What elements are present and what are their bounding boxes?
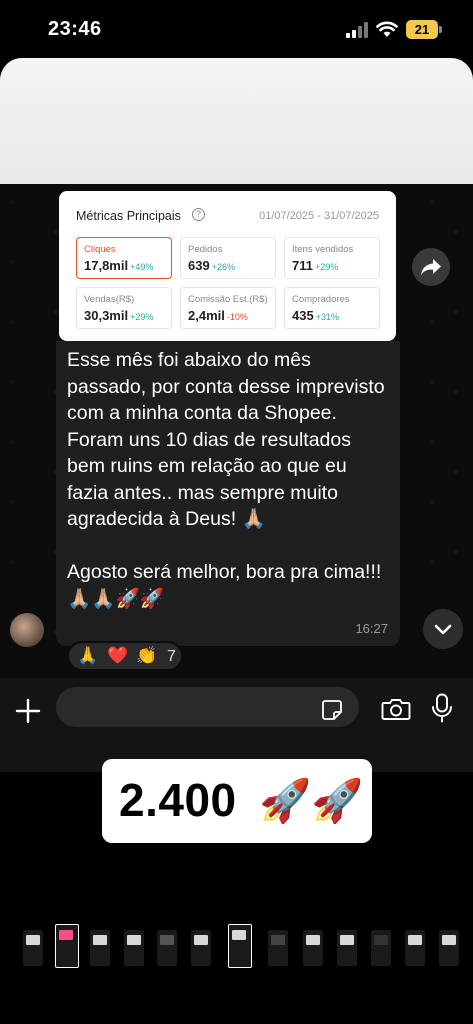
metric-items-sold: Itens vendidos 711 +29% xyxy=(284,237,380,279)
metric-label: Itens vendidos xyxy=(292,244,354,255)
avatar[interactable] xyxy=(10,613,44,647)
story-thumbnail[interactable] xyxy=(157,930,177,966)
metric-label: Cliques xyxy=(84,244,116,255)
card-header-area xyxy=(0,58,473,184)
battery-indicator: 21 xyxy=(406,20,438,39)
metric-change: +26% xyxy=(211,262,235,272)
story-thumbnail[interactable] xyxy=(124,930,144,966)
story-card: Métricas Principais ? 01/07/2025 - 31/07… xyxy=(0,58,473,772)
microphone-icon[interactable] xyxy=(431,693,453,723)
metric-value: 711 +29% xyxy=(292,258,339,273)
metric-orders: Pedidos 639 +26% xyxy=(180,237,276,279)
count-sticker[interactable]: 2.400 🚀🚀 xyxy=(102,759,372,843)
wifi-icon xyxy=(376,21,398,37)
metric-value: 639 +26% xyxy=(188,258,235,273)
story-thumbnail[interactable] xyxy=(371,930,391,966)
forward-button[interactable] xyxy=(412,248,450,286)
plus-icon[interactable] xyxy=(15,698,41,724)
status-bar: 23:46 21 xyxy=(0,0,473,58)
reaction-emoji: 👏 xyxy=(136,646,158,665)
story-thumbnail[interactable] xyxy=(337,930,357,966)
metric-change: -10% xyxy=(226,312,248,322)
story-thumbnail[interactable] xyxy=(405,930,425,966)
metric-label: Compradores xyxy=(292,294,350,305)
story-thumbnail-selected[interactable] xyxy=(55,924,79,968)
story-thumbnail-strip xyxy=(0,900,473,1024)
forward-arrow-icon xyxy=(421,259,441,275)
message-input[interactable] xyxy=(56,687,359,727)
metric-label: Pedidos xyxy=(188,244,223,255)
battery-tip xyxy=(439,26,442,33)
metric-change: +49% xyxy=(130,262,154,272)
camera-icon[interactable] xyxy=(381,697,411,721)
status-time: 23:46 xyxy=(48,18,102,40)
reaction-emoji: 🙏 xyxy=(77,646,99,665)
message-time: 16:27 xyxy=(355,621,388,636)
metric-change: +29% xyxy=(130,312,154,322)
metric-clicks: Cliques 17,8mil +49% xyxy=(76,237,172,279)
chevron-down-icon xyxy=(434,624,452,635)
metric-value: 2,4mil -10% xyxy=(188,308,248,323)
metric-label: Comissão Est.(R$) xyxy=(188,294,268,305)
metrics-panel[interactable]: Métricas Principais ? 01/07/2025 - 31/07… xyxy=(59,191,396,341)
rocket-emoji: 🚀🚀 xyxy=(259,777,364,824)
metrics-title: Métricas Principais xyxy=(76,209,181,223)
metric-commission: Comissão Est.(R$) 2,4mil -10% xyxy=(180,287,276,329)
metric-label: Vendas(R$) xyxy=(84,294,135,305)
reaction-emoji: ❤️ xyxy=(107,646,129,665)
metric-buyers: Compradores 435 +31% xyxy=(284,287,380,329)
metric-change: +29% xyxy=(314,262,339,272)
story-thumbnail[interactable] xyxy=(228,924,252,968)
metric-value: 17,8mil +49% xyxy=(84,258,154,273)
story-thumbnail[interactable] xyxy=(191,930,211,966)
story-thumbnail[interactable] xyxy=(90,930,110,966)
metric-change: +31% xyxy=(315,312,339,322)
reaction-count: 7 xyxy=(167,648,176,665)
story-thumbnail[interactable] xyxy=(268,930,288,966)
metric-value: 30,3mil +29% xyxy=(84,308,154,323)
story-thumbnail[interactable] xyxy=(23,930,43,966)
metric-sales: Vendas(R$) 30,3mil +29% xyxy=(76,287,172,329)
story-thumbnail[interactable] xyxy=(303,930,323,966)
metrics-date-range: 01/07/2025 - 31/07/2025 xyxy=(259,210,379,222)
message-text: Esse mês foi abaixo do mês passado, por … xyxy=(67,349,385,610)
sticker-icon[interactable] xyxy=(321,699,343,721)
count-text: 2.400 xyxy=(119,774,237,826)
help-icon: ? xyxy=(192,208,205,221)
reactions-pill[interactable]: 🙏 ❤️ 👏 7 xyxy=(67,641,183,671)
message-input-bar xyxy=(0,678,473,772)
cellular-signal-icon xyxy=(346,22,368,38)
scroll-down-button[interactable] xyxy=(423,609,463,649)
story-thumbnail[interactable] xyxy=(439,930,459,966)
message-bubble[interactable]: Esse mês foi abaixo do mês passado, por … xyxy=(56,341,400,646)
metric-value: 435 +31% xyxy=(292,308,339,323)
